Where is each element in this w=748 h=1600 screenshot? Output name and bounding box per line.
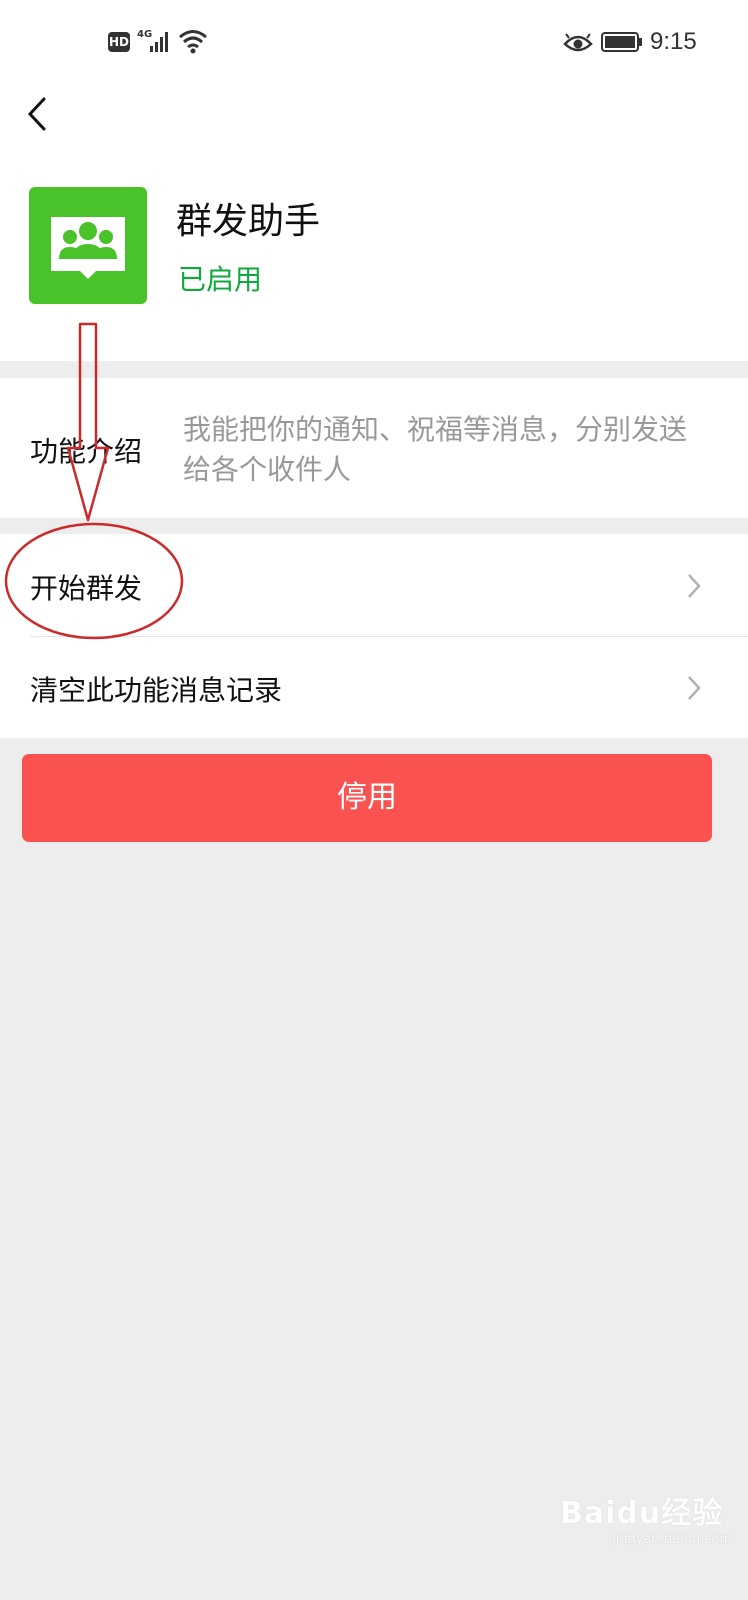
battery-icon xyxy=(601,32,642,52)
watermark-logo: Baidu经验 xyxy=(560,1496,724,1531)
signal-icon xyxy=(150,32,168,52)
status-time: 9:15 xyxy=(650,28,697,55)
app-status: 已启用 xyxy=(178,263,263,296)
menu-item-clear-history[interactable]: 清空此功能消息记录 xyxy=(30,669,282,709)
menu-item-start-broadcast[interactable]: 开始群发 xyxy=(30,567,142,607)
hd-badge: HD xyxy=(108,32,130,52)
chevron-right-icon xyxy=(688,574,701,598)
watermark-url: jingyan.baidu.com xyxy=(612,1532,732,1547)
group-message-icon xyxy=(29,187,147,304)
disable-button[interactable]: 停用 xyxy=(22,754,712,842)
eye-icon xyxy=(563,33,593,52)
intro-text: 我能把你的通知、祝福等消息，分别发送给各个收件人 xyxy=(183,413,688,486)
back-chevron-icon[interactable] xyxy=(24,96,54,132)
app-name: 群发助手 xyxy=(176,201,321,242)
chevron-right-icon xyxy=(688,676,701,700)
divider xyxy=(30,636,748,637)
wifi-icon xyxy=(179,30,207,54)
intro-label: 功能介绍 xyxy=(30,435,143,468)
